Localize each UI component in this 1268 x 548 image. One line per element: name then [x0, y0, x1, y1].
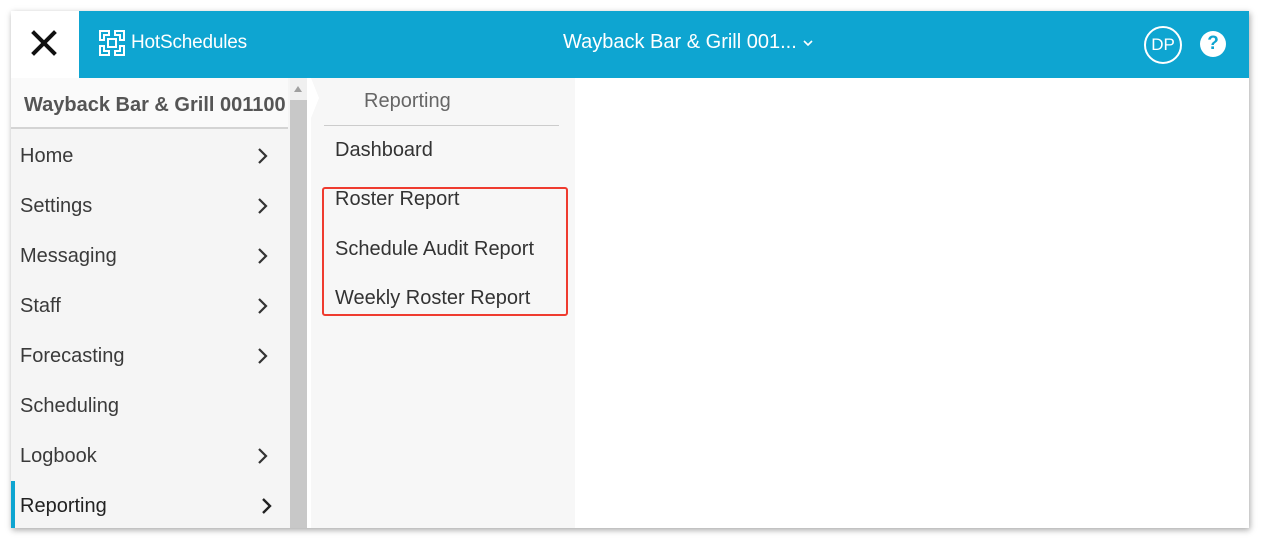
hotschedules-logo[interactable]: HotSchedules: [97, 28, 247, 58]
sidebar-nav: Home Settings Messaging Staff Forecastin…: [11, 131, 290, 528]
chevron-right-icon: [258, 148, 268, 164]
chevron-right-icon: [258, 298, 268, 314]
logo-text: HotSchedules: [131, 32, 247, 53]
sidebar-item-logbook[interactable]: Logbook: [11, 431, 290, 481]
submenu-item-dashboard[interactable]: Dashboard: [335, 139, 433, 162]
sidebar-item-label: Messaging: [20, 244, 117, 267]
sidebar: Wayback Bar & Grill 001100 Home Settings…: [11, 78, 290, 528]
scroll-up-icon: [294, 86, 302, 92]
user-avatar[interactable]: DP: [1144, 26, 1182, 64]
chevron-down-icon: [803, 40, 813, 47]
reporting-submenu: Reporting Dashboard Roster Report Schedu…: [311, 78, 575, 528]
sidebar-item-label: Forecasting: [20, 344, 125, 367]
sidebar-item-label: Settings: [20, 194, 93, 217]
main-content: [575, 78, 1249, 528]
sidebar-item-label: Reporting: [20, 494, 107, 517]
chevron-right-icon: [258, 198, 268, 214]
logo-icon: [99, 30, 125, 56]
sidebar-item-messaging[interactable]: Messaging: [11, 231, 290, 281]
sidebar-scrollbar[interactable]: [290, 78, 307, 528]
app-window: HotSchedules Wayback Bar & Grill 001... …: [11, 11, 1249, 528]
sidebar-item-label: Logbook: [20, 444, 97, 467]
sidebar-item-forecasting[interactable]: Forecasting: [11, 331, 290, 381]
location-label: Wayback Bar & Grill 001...: [563, 31, 797, 53]
chevron-right-icon: [258, 248, 268, 264]
submenu-divider: [324, 125, 559, 126]
sidebar-item-label: Home: [20, 144, 74, 167]
submenu-pointer: [311, 78, 319, 118]
top-bar: HotSchedules Wayback Bar & Grill 001... …: [11, 11, 1249, 78]
close-button[interactable]: [11, 11, 79, 78]
store-name: Wayback Bar & Grill 001100: [11, 78, 288, 129]
sidebar-item-scheduling[interactable]: Scheduling: [11, 381, 290, 431]
location-dropdown[interactable]: Wayback Bar & Grill 001...: [563, 31, 813, 54]
chevron-right-icon: [258, 448, 268, 464]
highlight-box: [322, 187, 568, 316]
sidebar-item-label: Scheduling: [20, 394, 119, 417]
help-icon[interactable]: ?: [1200, 31, 1226, 57]
submenu-title: Reporting: [364, 90, 451, 112]
close-icon: [31, 30, 57, 56]
chevron-right-icon: [262, 498, 272, 514]
sidebar-item-home[interactable]: Home: [11, 131, 290, 181]
sidebar-item-staff[interactable]: Staff: [11, 281, 290, 331]
chevron-right-icon: [258, 348, 268, 364]
sidebar-item-reporting[interactable]: Reporting: [11, 481, 290, 528]
sidebar-item-label: Staff: [20, 294, 61, 317]
scroll-up-button[interactable]: [290, 78, 307, 100]
sidebar-item-settings[interactable]: Settings: [11, 181, 290, 231]
